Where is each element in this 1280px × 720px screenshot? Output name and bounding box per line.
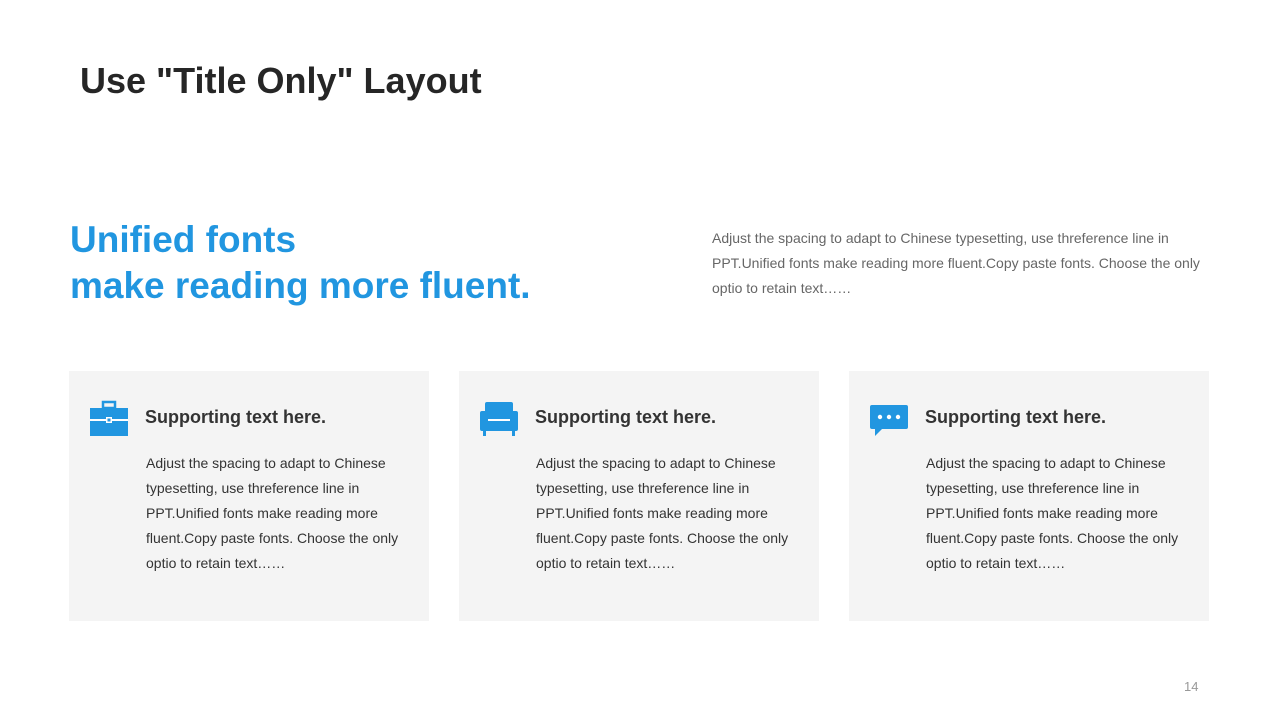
chat-bubble-icon [869, 399, 909, 439]
sofa-icon [479, 399, 519, 439]
feature-card-1: Supporting text here. Adjust the spacing… [69, 371, 429, 621]
headline-line-2: make reading more fluent. [70, 265, 531, 306]
card-heading: Supporting text here. [145, 407, 327, 427]
slide-title: Use "Title Only" Layout [80, 60, 482, 101]
card-heading: Supporting text here. [925, 407, 1107, 427]
toolbox-icon [89, 399, 129, 439]
intro-paragraph: Adjust the spacing to adapt to Chinese t… [712, 230, 1200, 296]
feature-card-3: Supporting text here. Adjust the spacing… [849, 371, 1209, 621]
headline-line-1: Unified fonts [70, 219, 297, 260]
card-heading: Supporting text here. [535, 407, 717, 427]
card-body: Adjust the spacing to adapt to Chinese t… [146, 455, 399, 571]
feature-card-2: Supporting text here. Adjust the spacing… [459, 371, 819, 621]
card-body: Adjust the spacing to adapt to Chinese t… [536, 455, 789, 571]
headline: Unified fonts make reading more fluent. [70, 217, 531, 309]
page-number: 14 [1184, 679, 1199, 694]
card-body: Adjust the spacing to adapt to Chinese t… [926, 455, 1179, 571]
